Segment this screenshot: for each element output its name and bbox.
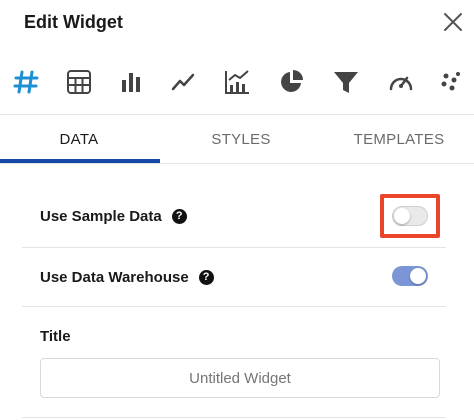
- combo-chart-icon[interactable]: [217, 62, 257, 102]
- sample-data-label: Use Sample Data: [40, 207, 162, 225]
- line-chart-icon[interactable]: [163, 62, 203, 102]
- dialog-title: Edit Widget: [24, 12, 123, 32]
- highlight-box: [380, 194, 440, 238]
- tab-styles[interactable]: STYLES: [162, 115, 320, 163]
- data-warehouse-label-group: Use Data Warehouse ?: [40, 248, 214, 306]
- title-input[interactable]: [40, 358, 440, 398]
- tab-bar: DATA STYLES TEMPLATES: [0, 115, 474, 163]
- toggle-knob: [410, 268, 426, 284]
- title-label: Title: [40, 328, 71, 345]
- dialog-header: Edit Widget: [0, 0, 474, 48]
- funnel-icon[interactable]: [326, 62, 366, 102]
- data-warehouse-row: Use Data Warehouse ?: [22, 248, 446, 306]
- divider: [0, 163, 474, 164]
- close-icon[interactable]: [441, 10, 465, 34]
- gauge-icon[interactable]: [381, 62, 421, 102]
- data-warehouse-label: Use Data Warehouse: [40, 268, 189, 286]
- help-icon[interactable]: ?: [171, 208, 187, 224]
- divider: [22, 306, 446, 307]
- tab-data[interactable]: DATA: [0, 115, 158, 163]
- number-icon[interactable]: [6, 62, 46, 102]
- table-icon[interactable]: [59, 62, 99, 102]
- bar-chart-icon[interactable]: [111, 62, 151, 102]
- help-icon[interactable]: ?: [198, 269, 214, 285]
- divider: [22, 417, 446, 418]
- widget-type-picker: [0, 52, 474, 114]
- data-warehouse-toggle[interactable]: [392, 266, 428, 286]
- tab-templates[interactable]: TEMPLATES: [324, 115, 474, 163]
- pie-chart-icon[interactable]: [271, 62, 311, 102]
- sample-data-label-group: Use Sample Data ?: [40, 187, 187, 245]
- scatter-icon[interactable]: [438, 62, 474, 102]
